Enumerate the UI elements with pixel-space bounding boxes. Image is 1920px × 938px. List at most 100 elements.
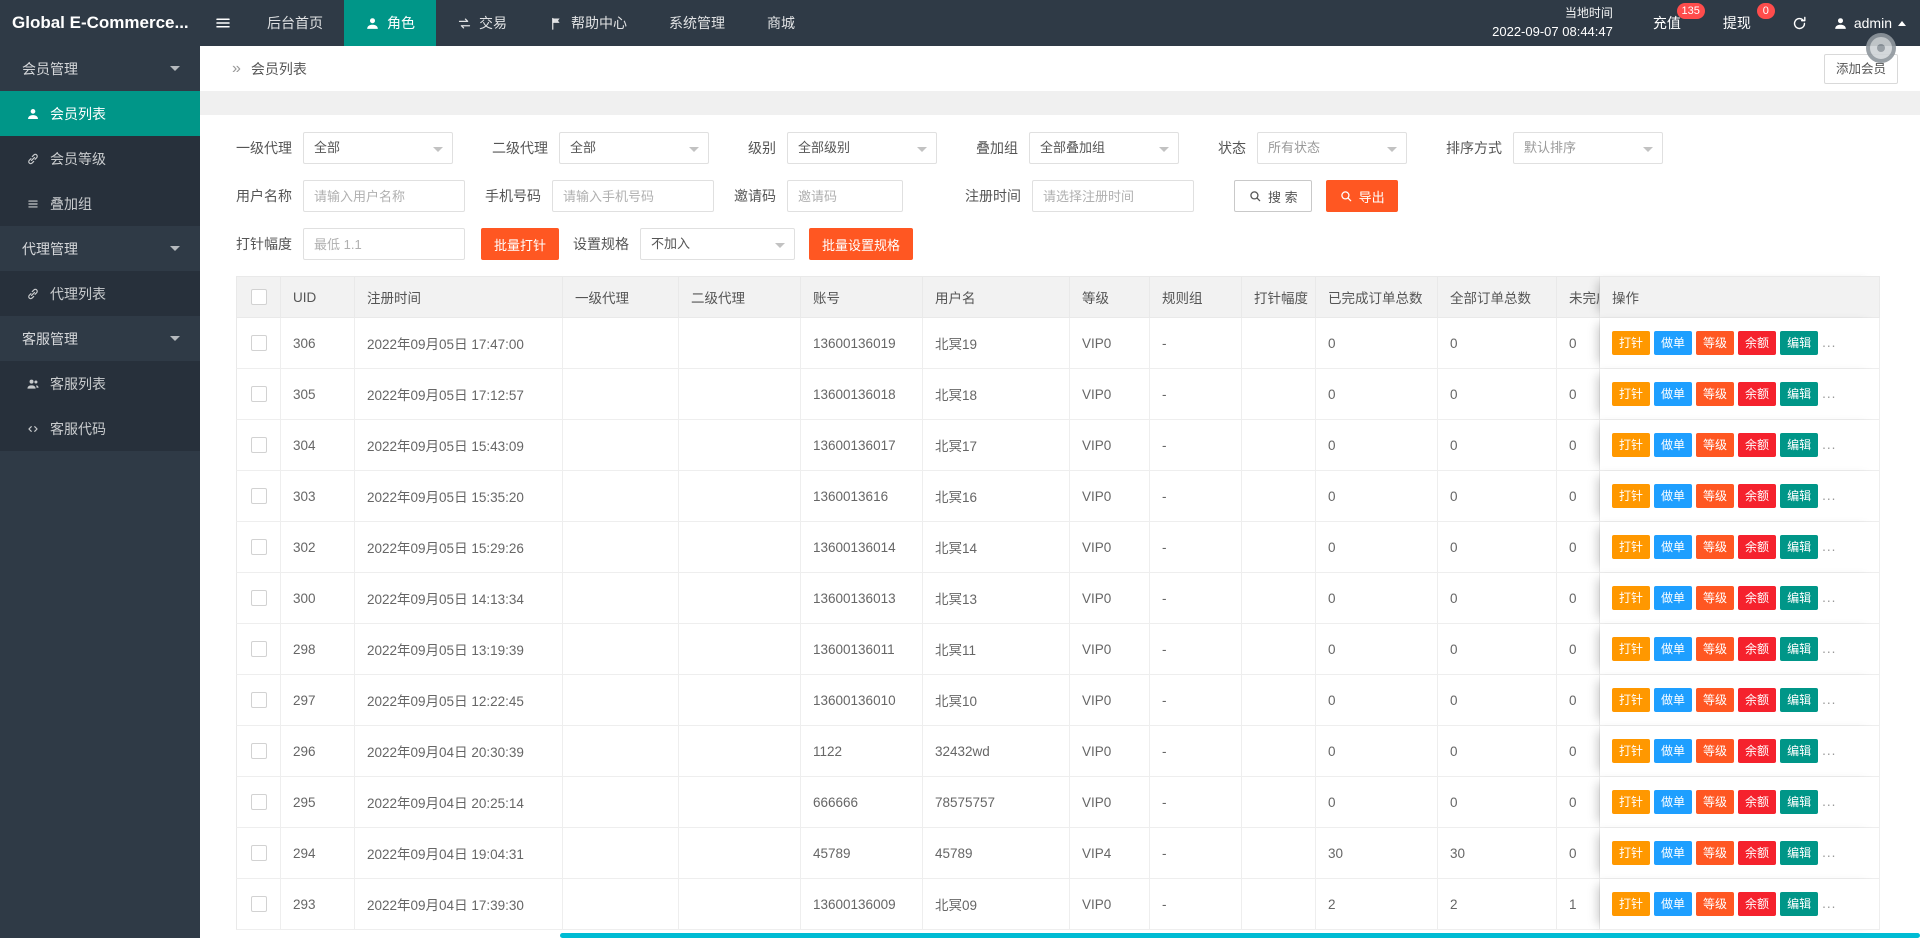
horizontal-scrollbar[interactable] xyxy=(560,933,1920,938)
balance-button[interactable]: 余额 xyxy=(1738,535,1777,559)
row-checkbox[interactable] xyxy=(250,386,267,403)
invite-code-input[interactable] xyxy=(787,180,903,212)
balance-button[interactable]: 余额 xyxy=(1738,739,1777,763)
inject-button[interactable]: 打针 xyxy=(1612,535,1651,559)
level-button[interactable]: 等级 xyxy=(1696,433,1735,457)
inject-button[interactable]: 打针 xyxy=(1612,484,1651,508)
level-button[interactable]: 等级 xyxy=(1696,739,1735,763)
edit-button[interactable]: 编辑 xyxy=(1780,892,1819,916)
level-button[interactable]: 等级 xyxy=(1696,841,1735,865)
balance-button[interactable]: 余额 xyxy=(1738,331,1777,355)
agent2-select[interactable]: 全部 xyxy=(559,132,709,164)
sidebar-group-agent-management[interactable]: 代理管理 xyxy=(0,226,200,271)
level-button[interactable]: 等级 xyxy=(1696,484,1735,508)
nav-item-system[interactable]: 系统管理 xyxy=(648,0,746,46)
edit-button[interactable]: 编辑 xyxy=(1780,841,1819,865)
edit-button[interactable]: 编辑 xyxy=(1780,433,1819,457)
balance-button[interactable]: 余额 xyxy=(1738,841,1777,865)
nav-item-home[interactable]: 后台首页 xyxy=(246,0,344,46)
batch-inject-button[interactable]: 批量打针 xyxy=(481,228,560,260)
inject-button[interactable]: 打针 xyxy=(1612,433,1651,457)
make-order-button[interactable]: 做单 xyxy=(1654,535,1693,559)
more-actions-button[interactable]: ... xyxy=(1822,437,1836,452)
make-order-button[interactable]: 做单 xyxy=(1654,637,1693,661)
sidebar-item-member-level[interactable]: 会员等级 xyxy=(0,136,200,181)
inject-button[interactable]: 打针 xyxy=(1612,892,1651,916)
nav-item-help[interactable]: 帮助中心 xyxy=(528,0,648,46)
withdraw-menu-item[interactable]: 提现 0 xyxy=(1713,0,1775,46)
spec-select[interactable]: 不加入 xyxy=(640,228,796,260)
floating-widget[interactable] xyxy=(1866,33,1896,63)
select-all-checkbox[interactable] xyxy=(250,289,267,306)
edit-button[interactable]: 编辑 xyxy=(1780,331,1819,355)
row-checkbox[interactable] xyxy=(250,437,267,454)
inject-button[interactable]: 打针 xyxy=(1612,382,1651,406)
stack-group-select[interactable]: 全部叠加组 xyxy=(1029,132,1179,164)
inject-button[interactable]: 打针 xyxy=(1612,688,1651,712)
row-checkbox[interactable] xyxy=(250,896,267,913)
make-order-button[interactable]: 做单 xyxy=(1654,841,1693,865)
balance-button[interactable]: 余额 xyxy=(1738,433,1777,457)
more-actions-button[interactable]: ... xyxy=(1822,845,1836,860)
row-checkbox[interactable] xyxy=(250,845,267,862)
balance-button[interactable]: 余额 xyxy=(1738,892,1777,916)
edit-button[interactable]: 编辑 xyxy=(1780,790,1819,814)
amplitude-input[interactable] xyxy=(303,228,465,260)
more-actions-button[interactable]: ... xyxy=(1822,743,1836,758)
inject-button[interactable]: 打针 xyxy=(1612,739,1651,763)
inject-button[interactable]: 打针 xyxy=(1612,790,1651,814)
search-button[interactable]: 搜 索 xyxy=(1234,180,1312,212)
row-checkbox[interactable] xyxy=(250,539,267,556)
phone-input[interactable] xyxy=(552,180,714,212)
make-order-button[interactable]: 做单 xyxy=(1654,892,1693,916)
refresh-icon[interactable] xyxy=(1783,15,1817,32)
balance-button[interactable]: 余额 xyxy=(1738,688,1777,712)
level-button[interactable]: 等级 xyxy=(1696,535,1735,559)
row-checkbox[interactable] xyxy=(250,335,267,352)
edit-button[interactable]: 编辑 xyxy=(1780,382,1819,406)
username-input[interactable] xyxy=(303,180,465,212)
balance-button[interactable]: 余额 xyxy=(1738,637,1777,661)
nav-item-trade[interactable]: 交易 xyxy=(436,0,528,46)
sidebar-item-member-list[interactable]: 会员列表 xyxy=(0,91,200,136)
more-actions-button[interactable]: ... xyxy=(1822,335,1836,350)
edit-button[interactable]: 编辑 xyxy=(1780,637,1819,661)
nav-item-roles[interactable]: 角色 xyxy=(344,0,436,46)
sidebar-item-service-list[interactable]: 客服列表 xyxy=(0,361,200,406)
more-actions-button[interactable]: ... xyxy=(1822,386,1836,401)
edit-button[interactable]: 编辑 xyxy=(1780,586,1819,610)
export-button[interactable]: 导出 xyxy=(1325,180,1398,212)
nav-item-mall[interactable]: 商城 xyxy=(746,0,816,46)
balance-button[interactable]: 余额 xyxy=(1738,484,1777,508)
make-order-button[interactable]: 做单 xyxy=(1654,688,1693,712)
sidebar-group-member-management[interactable]: 会员管理 xyxy=(0,46,200,91)
balance-button[interactable]: 余额 xyxy=(1738,382,1777,406)
edit-button[interactable]: 编辑 xyxy=(1780,688,1819,712)
level-button[interactable]: 等级 xyxy=(1696,382,1735,406)
level-button[interactable]: 等级 xyxy=(1696,637,1735,661)
edit-button[interactable]: 编辑 xyxy=(1780,535,1819,559)
sidebar-group-service-management[interactable]: 客服管理 xyxy=(0,316,200,361)
status-select[interactable]: 所有状态 xyxy=(1257,132,1407,164)
row-checkbox[interactable] xyxy=(250,794,267,811)
more-actions-button[interactable]: ... xyxy=(1822,896,1836,911)
hamburger-menu-icon[interactable] xyxy=(200,0,246,46)
balance-button[interactable]: 余额 xyxy=(1738,790,1777,814)
row-checkbox[interactable] xyxy=(250,641,267,658)
inject-button[interactable]: 打针 xyxy=(1612,331,1651,355)
sidebar-item-stack-group[interactable]: 叠加组 xyxy=(0,181,200,226)
make-order-button[interactable]: 做单 xyxy=(1654,586,1693,610)
more-actions-button[interactable]: ... xyxy=(1822,539,1836,554)
level-button[interactable]: 等级 xyxy=(1696,790,1735,814)
inject-button[interactable]: 打针 xyxy=(1612,637,1651,661)
more-actions-button[interactable]: ... xyxy=(1822,794,1836,809)
level-button[interactable]: 等级 xyxy=(1696,331,1735,355)
batch-spec-button[interactable]: 批量设置规格 xyxy=(809,228,914,260)
agent1-select[interactable]: 全部 xyxy=(303,132,453,164)
make-order-button[interactable]: 做单 xyxy=(1654,739,1693,763)
make-order-button[interactable]: 做单 xyxy=(1654,790,1693,814)
more-actions-button[interactable]: ... xyxy=(1822,641,1836,656)
sidebar-item-agent-list[interactable]: 代理列表 xyxy=(0,271,200,316)
recharge-menu-item[interactable]: 充值 135 xyxy=(1643,0,1705,46)
admin-menu[interactable]: admin xyxy=(1833,15,1906,31)
